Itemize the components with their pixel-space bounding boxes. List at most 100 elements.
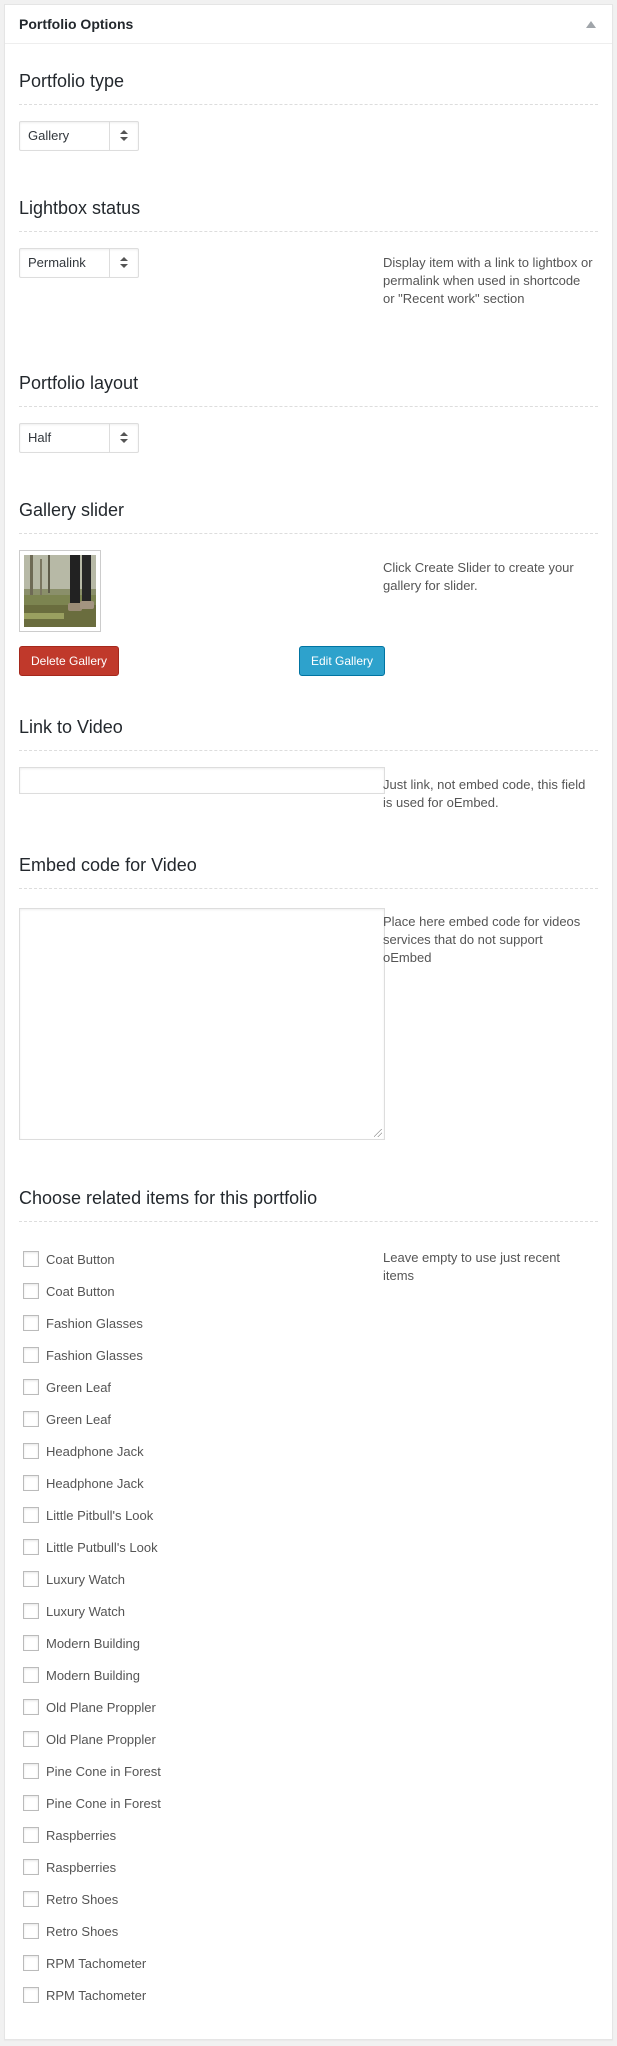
portfolio-layout-select[interactable]: Half xyxy=(19,423,139,453)
related-item-checkbox[interactable] xyxy=(23,1859,39,1875)
related-item[interactable]: Green Leaf xyxy=(23,1371,353,1403)
section-embed-code: Embed code for Video xyxy=(19,855,598,889)
related-item-checkbox[interactable] xyxy=(23,1827,39,1843)
related-item[interactable]: Green Leaf xyxy=(23,1403,353,1435)
select-arrows-icon xyxy=(109,249,138,277)
related-item-checkbox[interactable] xyxy=(23,1923,39,1939)
related-item-label: Modern Building xyxy=(46,1635,140,1651)
related-item-label: Green Leaf xyxy=(46,1379,112,1395)
related-item-checkbox[interactable] xyxy=(23,1987,39,2003)
lightbox-status-select[interactable]: Permalink xyxy=(19,248,139,278)
related-item-checkbox[interactable] xyxy=(23,1475,39,1491)
postbox-header[interactable]: Portfolio Options xyxy=(5,5,612,44)
postbox-title: Portfolio Options xyxy=(19,16,134,32)
gallery-slider-description: Click Create Slider to create your galle… xyxy=(383,560,574,593)
related-item[interactable]: Raspberries xyxy=(23,1819,353,1851)
related-item-checkbox[interactable] xyxy=(23,1443,39,1459)
related-item-checkbox[interactable] xyxy=(23,1635,39,1651)
related-item[interactable]: Fashion Glasses xyxy=(23,1339,353,1371)
related-item-label: Coat Button xyxy=(46,1251,115,1267)
related-item-checkbox[interactable] xyxy=(23,1955,39,1971)
related-item-checkbox[interactable] xyxy=(23,1411,39,1427)
gallery-thumbnail[interactable] xyxy=(19,550,101,632)
related-item-label: Little Pitbull's Look xyxy=(46,1507,154,1523)
related-item[interactable]: Little Putbull's Look xyxy=(23,1531,353,1563)
related-item-label: Fashion Glasses xyxy=(46,1347,143,1363)
section-title-link-to-video: Link to Video xyxy=(19,717,598,751)
related-item-label: Retro Shoes xyxy=(46,1891,119,1907)
related-item-label: Little Putbull's Look xyxy=(46,1539,158,1555)
section-title-lightbox-status: Lightbox status xyxy=(19,198,598,232)
section-link-to-video: Link to Video xyxy=(19,717,598,751)
related-item-checkbox[interactable] xyxy=(23,1795,39,1811)
related-item-label: RPM Tachometer xyxy=(46,1955,147,1971)
related-item[interactable]: Old Plane Proppler xyxy=(23,1723,353,1755)
portfolio-options-box: Portfolio Options Portfolio type Gallery… xyxy=(4,4,613,2040)
related-item-label: Luxury Watch xyxy=(46,1571,125,1587)
related-item-checkbox[interactable] xyxy=(23,1315,39,1331)
section-title-portfolio-layout: Portfolio layout xyxy=(19,373,598,407)
related-item[interactable]: RPM Tachometer xyxy=(23,1947,353,1979)
related-item-checkbox[interactable] xyxy=(23,1347,39,1363)
embed-code-description: Place here embed code for videos service… xyxy=(383,914,581,965)
related-item-checkbox[interactable] xyxy=(23,1731,39,1747)
section-title-embed-code: Embed code for Video xyxy=(19,855,598,889)
embed-code-textarea[interactable] xyxy=(19,908,385,1140)
video-link-input[interactable] xyxy=(19,767,385,794)
related-item-label: Old Plane Proppler xyxy=(46,1731,156,1747)
collapse-arrow-icon[interactable] xyxy=(586,20,596,28)
portfolio-type-select[interactable]: Gallery xyxy=(19,121,139,151)
edit-gallery-button[interactable]: Edit Gallery xyxy=(299,646,385,676)
related-item-checkbox[interactable] xyxy=(23,1891,39,1907)
related-item-label: Fashion Glasses xyxy=(46,1315,143,1331)
related-item[interactable]: Coat Button xyxy=(23,1243,353,1275)
related-item-checkbox[interactable] xyxy=(23,1507,39,1523)
related-item-label: Headphone Jack xyxy=(46,1443,144,1459)
related-item[interactable]: Coat Button xyxy=(23,1275,353,1307)
gallery-photo-image xyxy=(24,555,96,627)
related-item-label: Coat Button xyxy=(46,1283,115,1299)
related-item[interactable]: Little Pitbull's Look xyxy=(23,1499,353,1531)
related-item-checkbox[interactable] xyxy=(23,1571,39,1587)
related-item-checkbox[interactable] xyxy=(23,1379,39,1395)
related-items-description: Leave empty to use just recent items xyxy=(383,1250,561,1283)
related-item-checkbox[interactable] xyxy=(23,1667,39,1683)
related-item[interactable]: Headphone Jack xyxy=(23,1435,353,1467)
portfolio-layout-value: Half xyxy=(28,430,52,445)
select-arrows-icon xyxy=(109,122,138,150)
related-item[interactable]: Luxury Watch xyxy=(23,1595,353,1627)
related-item[interactable]: Pine Cone in Forest xyxy=(23,1755,353,1787)
section-gallery-slider: Gallery slider xyxy=(19,500,598,534)
lightbox-status-value: Permalink xyxy=(28,255,86,270)
related-item-checkbox[interactable] xyxy=(23,1251,39,1267)
related-item[interactable]: Retro Shoes xyxy=(23,1883,353,1915)
delete-gallery-button[interactable]: Delete Gallery xyxy=(19,646,119,676)
related-item[interactable]: Pine Cone in Forest xyxy=(23,1787,353,1819)
resize-handle-icon[interactable] xyxy=(374,1129,382,1137)
related-item-label: Pine Cone in Forest xyxy=(46,1763,161,1779)
related-item-label: Raspberries xyxy=(46,1859,117,1875)
related-items-list: Coat Button Coat Button Fashion Glasses Fas… xyxy=(23,1243,353,2011)
related-item[interactable]: Old Plane Proppler xyxy=(23,1691,353,1723)
related-item-label: Luxury Watch xyxy=(46,1603,125,1619)
section-portfolio-layout: Portfolio layout xyxy=(19,373,598,407)
related-item[interactable]: RPM Tachometer xyxy=(23,1979,353,2011)
section-title-portfolio-type: Portfolio type xyxy=(19,71,598,105)
related-item[interactable]: Fashion Glasses xyxy=(23,1307,353,1339)
lightbox-status-description: Display item with a link to lightbox or … xyxy=(383,255,593,306)
related-item-checkbox[interactable] xyxy=(23,1699,39,1715)
related-item-checkbox[interactable] xyxy=(23,1603,39,1619)
select-arrows-icon xyxy=(109,424,138,452)
related-item[interactable]: Retro Shoes xyxy=(23,1915,353,1947)
related-item-checkbox[interactable] xyxy=(23,1539,39,1555)
related-item[interactable]: Luxury Watch xyxy=(23,1563,353,1595)
related-item-label: Old Plane Proppler xyxy=(46,1699,156,1715)
related-item[interactable]: Raspberries xyxy=(23,1851,353,1883)
related-item[interactable]: Modern Building xyxy=(23,1627,353,1659)
related-item-checkbox[interactable] xyxy=(23,1763,39,1779)
related-item[interactable]: Modern Building xyxy=(23,1659,353,1691)
section-related-items: Choose related items for this portfolio xyxy=(19,1188,598,1222)
related-item[interactable]: Headphone Jack xyxy=(23,1467,353,1499)
related-item-checkbox[interactable] xyxy=(23,1283,39,1299)
section-title-related-items: Choose related items for this portfolio xyxy=(19,1188,598,1222)
